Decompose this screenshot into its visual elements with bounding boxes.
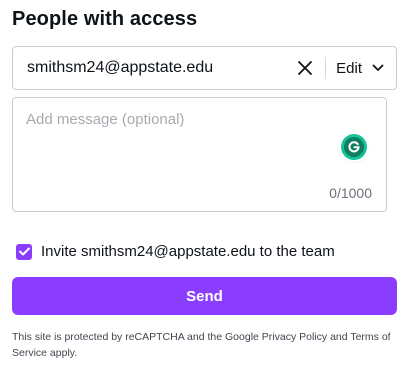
invite-checkbox[interactable] bbox=[16, 243, 32, 260]
chevron-down-icon bbox=[372, 64, 384, 71]
invite-to-team-option: Invite smithsm24@appstate.edu to the tea… bbox=[16, 243, 335, 260]
legal-middle: and bbox=[327, 331, 351, 343]
recaptcha-notice: This site is protected by reCAPTCHA and … bbox=[12, 329, 397, 361]
legal-suffix: apply. bbox=[47, 347, 78, 359]
permission-dropdown[interactable]: Edit bbox=[326, 48, 396, 88]
legal-prefix: This site is protected by reCAPTCHA and … bbox=[12, 331, 262, 343]
character-counter: 0/1000 bbox=[329, 185, 372, 201]
message-textarea[interactable]: Add message (optional) 0/1000 bbox=[12, 97, 387, 212]
grammarly-button[interactable] bbox=[341, 134, 367, 160]
clear-email-button[interactable] bbox=[285, 48, 325, 88]
close-icon bbox=[298, 61, 313, 75]
checkmark-icon bbox=[18, 247, 30, 256]
send-button[interactable]: Send bbox=[12, 277, 397, 315]
permission-label: Edit bbox=[336, 59, 362, 77]
section-title: People with access bbox=[12, 8, 198, 30]
privacy-policy-link[interactable]: Privacy Policy bbox=[262, 331, 327, 343]
email-input-row: smithsm24@appstate.edu Edit bbox=[12, 46, 397, 90]
grammarly-icon bbox=[344, 137, 364, 157]
share-panel: People with access smithsm24@appstate.ed… bbox=[0, 0, 409, 373]
invite-label[interactable]: Invite smithsm24@appstate.edu to the tea… bbox=[41, 243, 335, 260]
email-input[interactable]: smithsm24@appstate.edu bbox=[13, 59, 285, 77]
message-placeholder: Add message (optional) bbox=[26, 111, 185, 128]
